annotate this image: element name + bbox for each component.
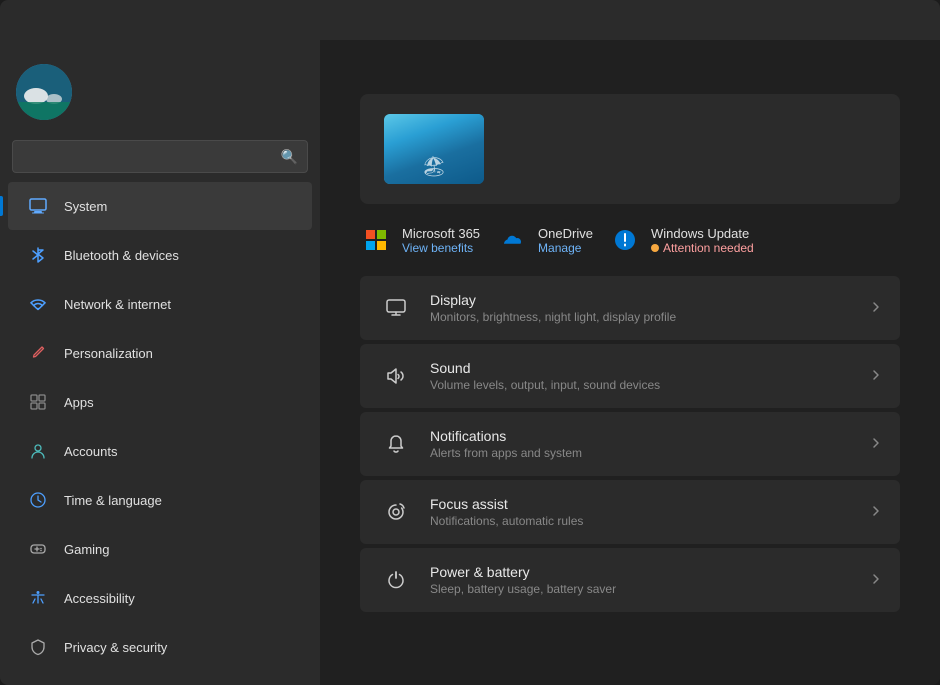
sidebar-item-label-accounts: Accounts (64, 444, 117, 459)
sidebar-item-apps[interactable]: Apps (8, 378, 312, 426)
power-icon (378, 562, 414, 598)
focus-icon (378, 494, 414, 530)
apps-nav-icon (24, 388, 52, 416)
privacy-nav-icon (24, 633, 52, 661)
notifications-text: Notifications Alerts from apps and system (430, 428, 870, 460)
sidebar-item-label-gaming: Gaming (64, 542, 110, 557)
sidebar-item-label-apps: Apps (64, 395, 94, 410)
sound-chevron-icon (870, 369, 882, 384)
sidebar-item-personalization[interactable]: Personalization (8, 329, 312, 377)
power-desc: Sleep, battery usage, battery saver (430, 582, 870, 596)
power-chevron-icon (870, 573, 882, 588)
settings-item-display[interactable]: Display Monitors, brightness, night light… (360, 276, 900, 340)
avatar (16, 64, 72, 120)
service-onedrive[interactable]: OneDriveManage (496, 224, 593, 256)
onedrive-info: OneDriveManage (538, 226, 593, 255)
sidebar-item-label-bluetooth: Bluetooth & devices (64, 248, 179, 263)
settings-item-power[interactable]: Power & battery Sleep, battery usage, bat… (360, 548, 900, 612)
sidebar-item-system[interactable]: System (8, 182, 312, 230)
search-box: 🔍 (12, 140, 308, 173)
focus-name: Focus assist (430, 496, 870, 512)
time-nav-icon (24, 486, 52, 514)
alert-dot (651, 244, 659, 252)
winupdate-info: Windows UpdateAttention needed (651, 226, 754, 255)
device-info (504, 147, 876, 151)
display-text: Display Monitors, brightness, night light… (430, 292, 870, 324)
sidebar-item-label-network: Network & internet (64, 297, 171, 312)
sidebar-item-label-time: Time & language (64, 493, 162, 508)
sidebar-item-accessibility[interactable]: Accessibility (8, 574, 312, 622)
sidebar-item-label-accessibility: Accessibility (64, 591, 135, 606)
settings-list: Display Monitors, brightness, night light… (360, 276, 900, 612)
gaming-nav-icon (24, 535, 52, 563)
notifications-icon (378, 426, 414, 462)
system-nav-icon (24, 192, 52, 220)
focus-text: Focus assist Notifications, automatic rul… (430, 496, 870, 528)
service-winupdate[interactable]: Windows UpdateAttention needed (609, 224, 754, 256)
settings-item-focus[interactable]: Focus assist Notifications, automatic rul… (360, 480, 900, 544)
content-area: 🔍 System Bluetooth & devices Network & int… (0, 40, 940, 685)
focus-chevron-icon (870, 505, 882, 520)
device-card (360, 94, 900, 204)
close-button[interactable] (884, 5, 928, 35)
power-name: Power & battery (430, 564, 870, 580)
display-desc: Monitors, brightness, night light, displ… (430, 310, 870, 324)
sidebar-item-label-system: System (64, 199, 107, 214)
search-icon: 🔍 (281, 148, 298, 165)
search-input[interactable] (12, 140, 308, 173)
sound-name: Sound (430, 360, 870, 376)
display-icon (378, 290, 414, 326)
sidebar-item-network[interactable]: Network & internet (8, 280, 312, 328)
window-controls (792, 5, 928, 35)
winupdate-sub[interactable]: Attention needed (651, 241, 754, 255)
sound-icon (378, 358, 414, 394)
settings-item-notifications[interactable]: Notifications Alerts from apps and system (360, 412, 900, 476)
sidebar-item-label-personalization: Personalization (64, 346, 153, 361)
sidebar-item-privacy[interactable]: Privacy & security (8, 623, 312, 671)
winupdate-name: Windows Update (651, 226, 754, 241)
notifications-desc: Alerts from apps and system (430, 446, 870, 460)
sidebar-item-accounts[interactable]: Accounts (8, 427, 312, 475)
sidebar-item-gaming[interactable]: Gaming (8, 525, 312, 573)
focus-desc: Notifications, automatic rules (430, 514, 870, 528)
notifications-name: Notifications (430, 428, 870, 444)
services-row: Microsoft 365View benefits OneDriveManage… (360, 224, 900, 256)
onedrive-icon (496, 224, 528, 256)
network-nav-icon (24, 290, 52, 318)
bluetooth-nav-icon (24, 241, 52, 269)
ms365-sub[interactable]: View benefits (402, 241, 480, 255)
sound-text: Sound Volume levels, output, input, sound… (430, 360, 870, 392)
ms365-info: Microsoft 365View benefits (402, 226, 480, 255)
ms365-icon (360, 224, 392, 256)
notifications-chevron-icon (870, 437, 882, 452)
back-button[interactable] (12, 6, 40, 34)
titlebar (0, 0, 940, 40)
main-content: Microsoft 365View benefits OneDriveManage… (320, 40, 940, 685)
sidebar-item-bluetooth[interactable]: Bluetooth & devices (8, 231, 312, 279)
settings-item-sound[interactable]: Sound Volume levels, output, input, sound… (360, 344, 900, 408)
display-chevron-icon (870, 301, 882, 316)
maximize-button[interactable] (838, 5, 882, 35)
ms365-name: Microsoft 365 (402, 226, 480, 241)
onedrive-name: OneDrive (538, 226, 593, 241)
sound-desc: Volume levels, output, input, sound devi… (430, 378, 870, 392)
settings-window: 🔍 System Bluetooth & devices Network & int… (0, 0, 940, 685)
user-profile[interactable] (0, 52, 320, 140)
winupdate-icon (609, 224, 641, 256)
accounts-nav-icon (24, 437, 52, 465)
display-name: Display (430, 292, 870, 308)
sidebar-item-label-privacy: Privacy & security (64, 640, 167, 655)
sidebar: 🔍 System Bluetooth & devices Network & int… (0, 40, 320, 685)
sidebar-item-update[interactable]: Windows Update (8, 672, 312, 685)
sidebar-item-time[interactable]: Time & language (8, 476, 312, 524)
service-ms365[interactable]: Microsoft 365View benefits (360, 224, 480, 256)
avatar-image (16, 64, 72, 120)
nav-list: System Bluetooth & devices Network & inter… (0, 181, 320, 685)
power-text: Power & battery Sleep, battery usage, bat… (430, 564, 870, 596)
onedrive-sub[interactable]: Manage (538, 241, 593, 255)
personalization-nav-icon (24, 339, 52, 367)
device-thumbnail (384, 114, 484, 184)
accessibility-nav-icon (24, 584, 52, 612)
minimize-button[interactable] (792, 5, 836, 35)
